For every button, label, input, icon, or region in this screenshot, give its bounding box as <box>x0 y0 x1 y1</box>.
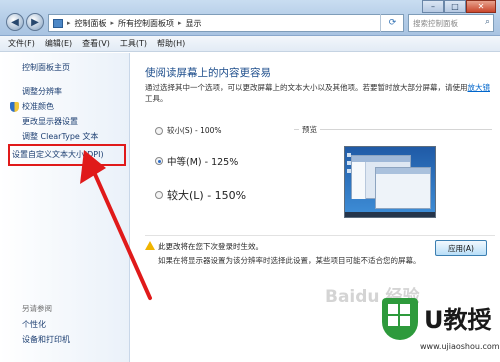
option-label: 较大(L) - 150% <box>167 189 247 202</box>
sidebar-item-personalize[interactable]: 个性化 <box>22 319 46 330</box>
menu-edit[interactable]: 编辑(E) <box>45 38 72 49</box>
window-controls: – □ ✕ <box>422 0 496 13</box>
radio-button-selected[interactable] <box>155 157 163 165</box>
radio-button[interactable] <box>155 126 163 135</box>
breadcrumb-item[interactable]: 显示 <box>186 18 202 29</box>
see-also-heading: 另请参阅 <box>22 304 52 313</box>
apply-button[interactable]: 应用(A) <box>435 240 487 256</box>
preview-taskbar <box>345 212 435 217</box>
windows-logo-icon <box>382 298 418 340</box>
option-medium[interactable]: 中等(M) - 125% <box>155 154 238 168</box>
chevron-right-icon: ▸ <box>67 19 71 27</box>
chevron-right-icon: ▸ <box>110 19 115 27</box>
menu-bar: 文件(F) 编辑(E) 查看(V) 工具(T) 帮助(H) <box>0 36 500 52</box>
chevron-right-icon: ▸ <box>178 19 182 27</box>
close-button[interactable]: ✕ <box>466 0 496 13</box>
sidebar-item-devices[interactable]: 设备和打印机 <box>22 334 70 345</box>
search-placeholder: 搜索控制面板 <box>413 19 458 28</box>
ujiaoshou-logo: U教授 www.ujiaoshou.com <box>382 298 500 360</box>
sidebar-item-calibrate[interactable]: 校准颜色 <box>10 101 54 112</box>
warning-icon <box>145 241 155 250</box>
title-bar: ◀ ▶ ▸ 控制面板 ▸ 所有控制面板项 ▸ 显示 ⟳ 搜索控制面板 ⌕ – □… <box>0 0 500 36</box>
menu-view[interactable]: 查看(V) <box>82 38 110 49</box>
description-text: 通过选择其中一个选项，可以更改屏幕上的文本大小以及其他项。若要暂时放大部分屏幕，… <box>145 83 468 92</box>
breadcrumb-item[interactable]: 所有控制面板项 <box>118 18 174 29</box>
page-title: 使阅读屏幕上的内容更容易 <box>145 67 271 79</box>
back-button[interactable]: ◀ <box>6 13 24 31</box>
note-text: 如果在将显示器设置为该分辨率时选择此设置，某些项目可能不适合您的屏幕。 <box>158 256 421 265</box>
sidebar-home-link[interactable]: 控制面板主页 <box>22 62 70 73</box>
breadcrumb-item[interactable]: 控制面板 <box>75 18 107 29</box>
magnifier-link[interactable]: 放大镜 <box>468 83 491 92</box>
brand-url: www.ujiaoshou.com <box>420 342 500 351</box>
option-label: 中等(M) - 125% <box>167 157 239 168</box>
brand-name: U教授 <box>424 306 492 334</box>
option-small[interactable]: 较小(S) - 100% <box>155 125 222 136</box>
search-icon[interactable]: ⌕ <box>485 17 490 27</box>
maximize-button[interactable]: □ <box>444 0 466 13</box>
option-large[interactable]: 较大(L) - 150% <box>155 187 246 203</box>
highlight-box <box>8 144 126 166</box>
menu-tools[interactable]: 工具(T) <box>120 38 147 49</box>
sidebar-item-display-settings[interactable]: 更改显示器设置 <box>22 116 78 127</box>
shield-icon <box>10 101 19 112</box>
preview-label: 预览 <box>299 124 320 135</box>
minimize-button[interactable]: – <box>422 0 444 13</box>
sidebar-item-cleartype[interactable]: 调整 ClearType 文本 <box>22 131 98 142</box>
warning-text: 此更改将在您下次登录时生效。 <box>158 242 263 251</box>
search-input[interactable]: 搜索控制面板 ⌕ <box>408 14 494 32</box>
preview-image <box>344 146 436 218</box>
page-description: 通过选择其中一个选项，可以更改屏幕上的文本大小以及其他项。若要暂时放大部分屏幕，… <box>145 82 495 104</box>
sidebar: 控制面板主页 调整分辨率 校准颜色 更改显示器设置 调整 ClearType 文… <box>0 53 130 362</box>
refresh-icon[interactable]: ⟳ <box>380 14 404 32</box>
option-label: 较小(S) - 100% <box>167 126 222 135</box>
preview-window <box>375 167 431 209</box>
menu-help[interactable]: 帮助(H) <box>157 38 185 49</box>
forward-button[interactable]: ▶ <box>26 13 44 31</box>
divider <box>145 235 495 236</box>
address-bar[interactable]: ▸ 控制面板 ▸ 所有控制面板项 ▸ 显示 <box>48 14 404 32</box>
radio-button[interactable] <box>155 191 163 199</box>
control-panel-icon <box>53 18 63 28</box>
description-text: 工具。 <box>145 94 168 103</box>
sidebar-item-label: 校准颜色 <box>22 102 54 111</box>
sidebar-item-resolution[interactable]: 调整分辨率 <box>22 86 62 97</box>
menu-file[interactable]: 文件(F) <box>8 38 35 49</box>
